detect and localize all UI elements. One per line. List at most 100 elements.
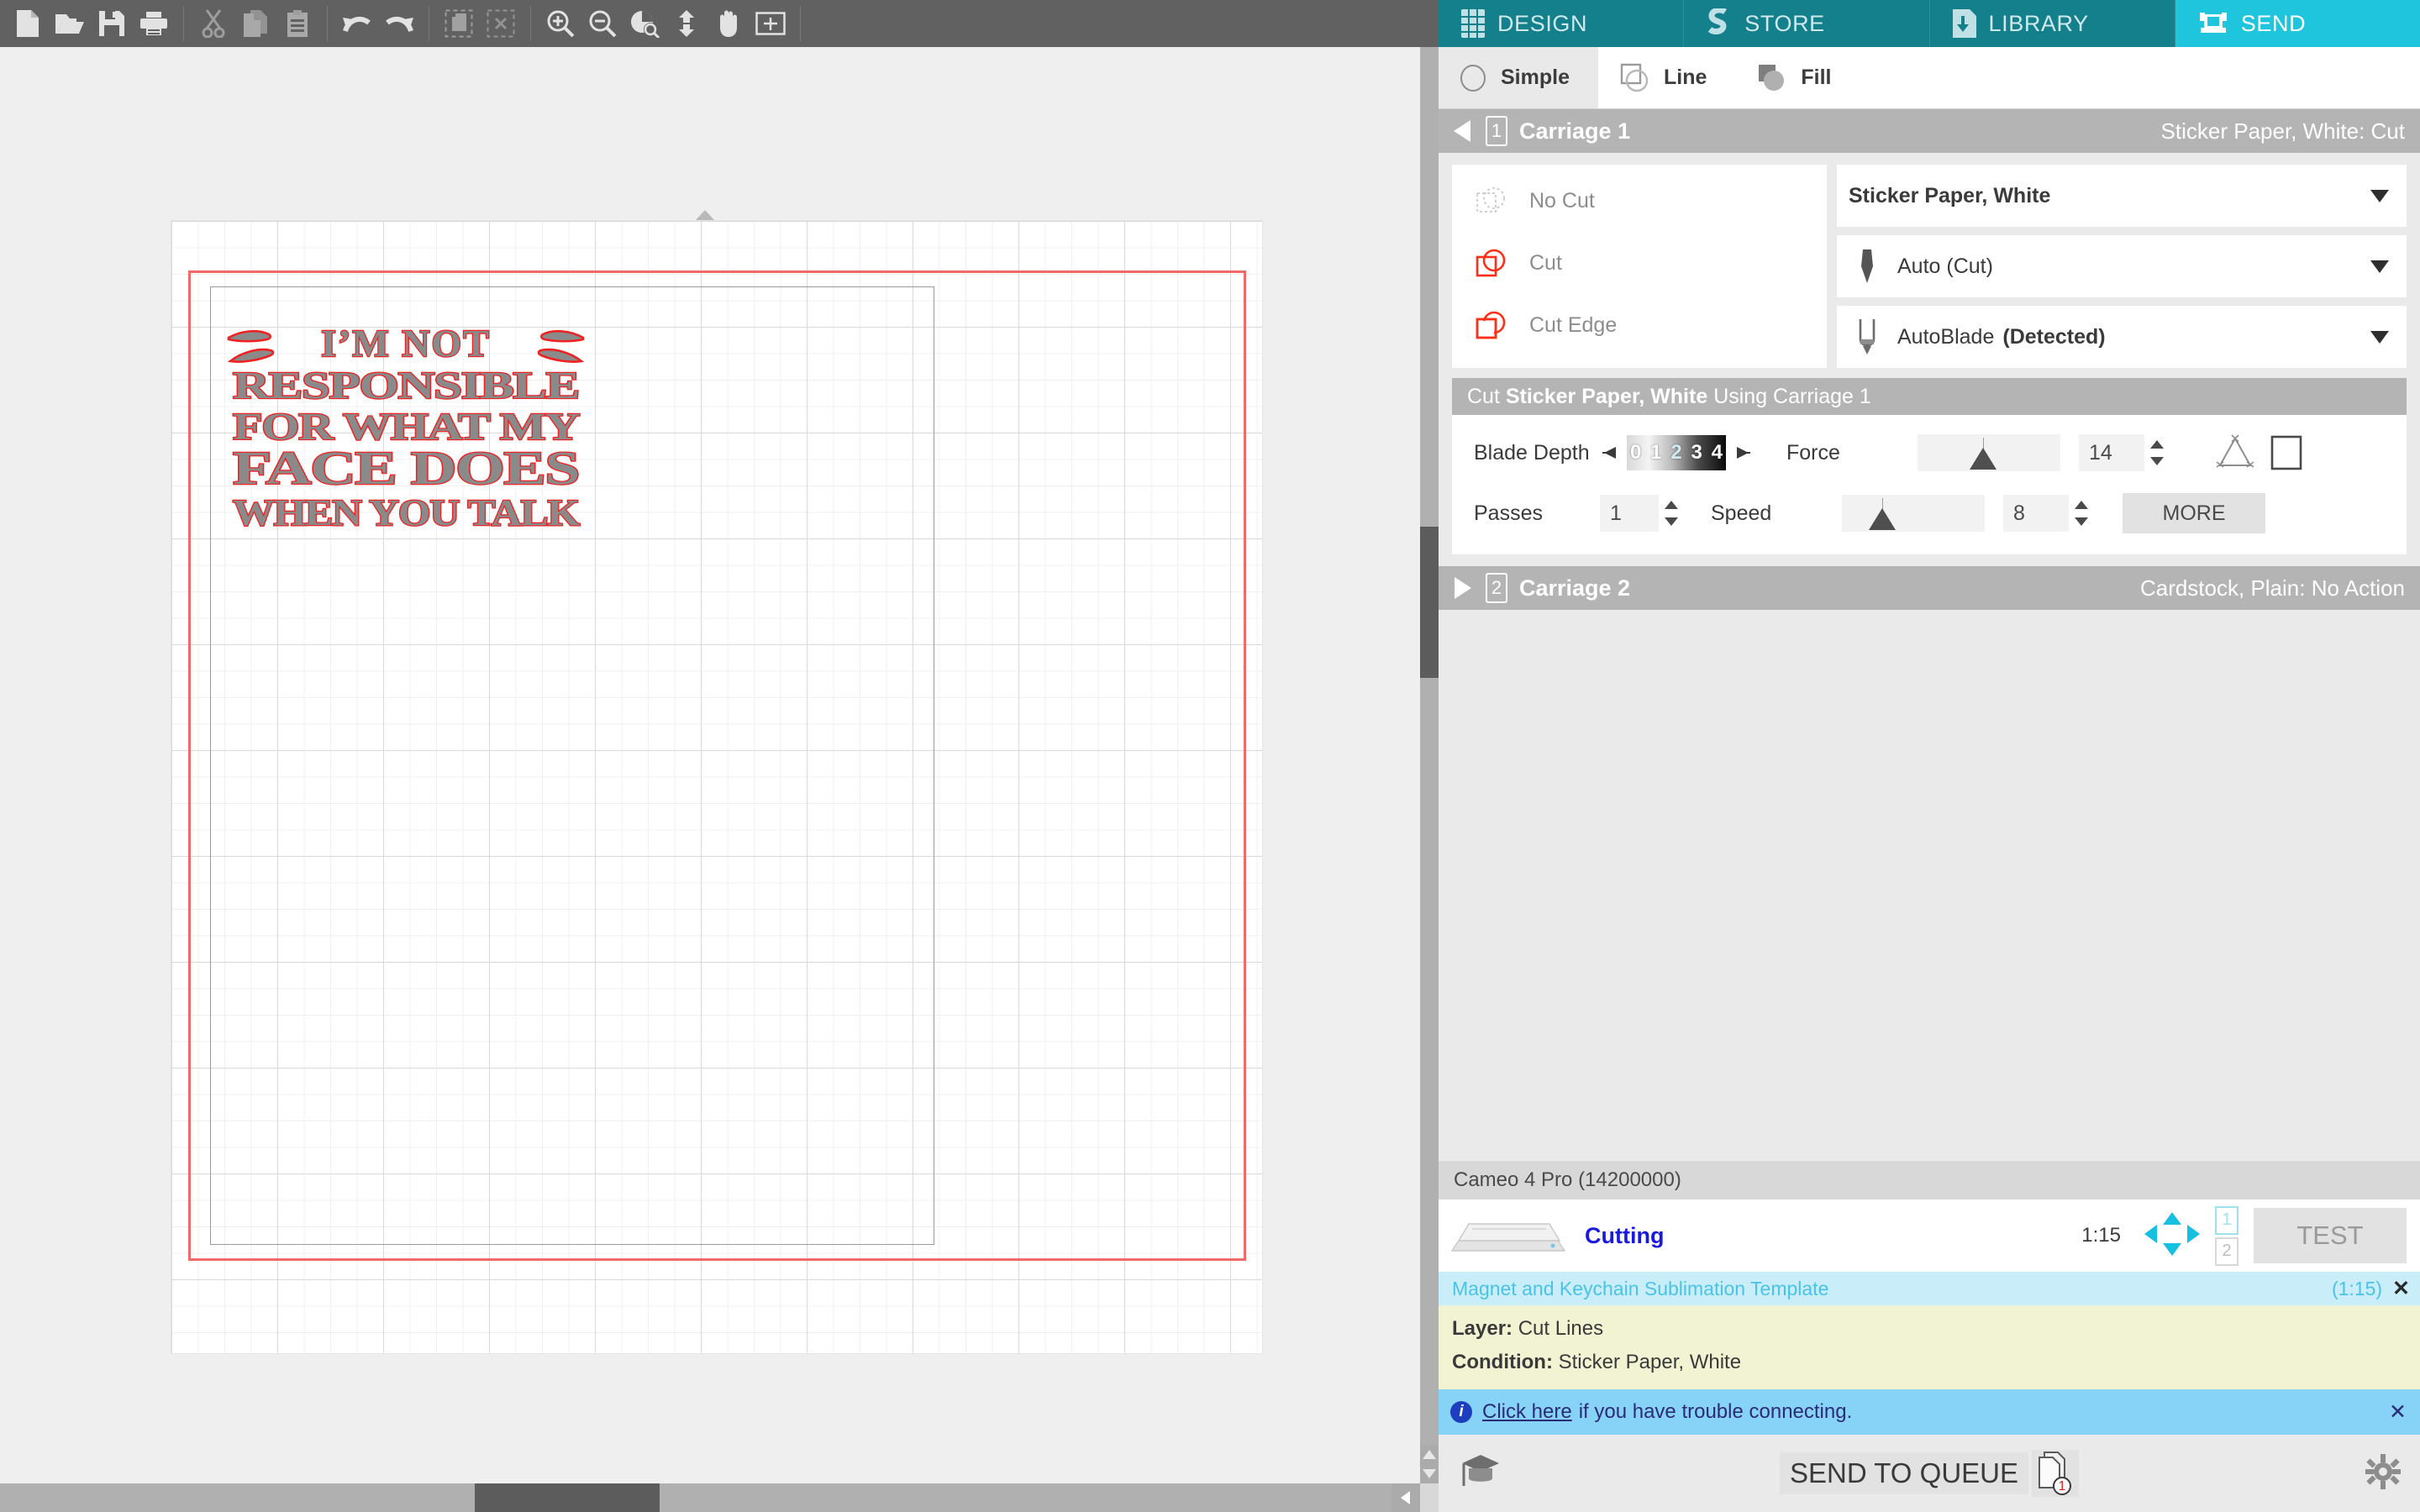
horizontal-scrollbar-track[interactable] (0, 1483, 1392, 1512)
tab-design[interactable]: DESIGN (1439, 0, 1685, 47)
carriage-2-header[interactable]: 2 Carriage 2 Cardstock, Plain: No Action (1439, 566, 2420, 610)
passes-row: Passes 1 Speed 8 MORE (1452, 487, 2407, 539)
test-cut-square-icon[interactable] (2269, 433, 2304, 472)
action-cut[interactable]: Cut (1452, 232, 1827, 294)
vertical-scrollbar-track[interactable] (1420, 47, 1439, 1445)
passes-value[interactable]: 1 (1600, 495, 1659, 532)
pan-icon[interactable] (708, 3, 750, 45)
connection-help-close-icon[interactable]: ✕ (2389, 1399, 2407, 1425)
chevron-down-icon[interactable] (2368, 258, 2391, 275)
copy-icon[interactable] (234, 3, 276, 45)
direction-pad-icon[interactable] (2143, 1210, 2202, 1257)
cut-using-banner: Cut Sticker Paper, White Using Carriage … (1452, 378, 2407, 415)
svg-text:FACE DOES: FACE DOES (233, 443, 579, 495)
carriage-1-summary: Sticker Paper, White: Cut (2160, 118, 2405, 144)
horizontal-scrollbar[interactable] (0, 1483, 1439, 1512)
select-all-icon[interactable] (438, 3, 480, 45)
blade-depth-decrease-icon[interactable] (1600, 444, 1618, 462)
zoom-out-icon[interactable] (581, 3, 623, 45)
design-canvas[interactable]: I’M NOT RESPONSIBLE FOR WHAT MY FACE DOE… (0, 47, 1420, 1483)
open-file-icon[interactable] (49, 3, 91, 45)
stepper-up-icon[interactable] (2072, 499, 2091, 511)
speed-slider[interactable] (1842, 495, 1985, 532)
carriage-pip-1[interactable]: 1 (2215, 1205, 2238, 1235)
autoblade-icon (1849, 318, 1886, 356)
carriage-pip-2[interactable]: 2 (2215, 1236, 2238, 1266)
force-value[interactable]: 14 (2079, 434, 2144, 471)
zoom-in-icon[interactable] (539, 3, 581, 45)
svg-text:RESPONSIBLE: RESPONSIBLE (233, 364, 579, 407)
send-to-queue-button[interactable]: SEND TO QUEUE 1 (1779, 1450, 2080, 1497)
more-button[interactable]: MORE (2123, 493, 2265, 533)
speed-value[interactable]: 8 (2003, 495, 2069, 532)
collapse-triangle-left-icon[interactable] (1450, 118, 1474, 144)
panel-spacer (1439, 554, 2420, 566)
job-close-icon[interactable]: ✕ (2392, 1276, 2410, 1301)
scrollbar-corner (1420, 1483, 1439, 1512)
stepper-down-icon[interactable] (2072, 516, 2091, 528)
material-dropdown[interactable]: Sticker Paper, White (1837, 165, 2407, 227)
job-layer-value: Cut Lines (1518, 1317, 1604, 1340)
force-slider-knob[interactable] (1970, 448, 1996, 470)
send-panel: DESIGN STORE LIBRARY SEND Simple Line Fi… (1439, 0, 2420, 1512)
action-cut-edge[interactable]: Cut Edge (1452, 294, 1827, 356)
print-icon[interactable] (133, 3, 175, 45)
deselect-all-icon[interactable] (480, 3, 522, 45)
tab-store[interactable]: STORE (1684, 0, 1930, 47)
stepper-up-icon[interactable] (2148, 438, 2166, 450)
tool-action-dropdown[interactable]: Auto (Cut) (1837, 235, 2407, 297)
blade-status: (Detected) (2002, 324, 2106, 349)
stepper-up-icon[interactable] (1662, 499, 1681, 511)
blade-depth-control[interactable]: 0 1 2 3 4 (1600, 435, 1753, 470)
horizontal-scrollbar-thumb[interactable] (475, 1483, 660, 1512)
tab-design-label: DESIGN (1497, 10, 1588, 36)
tab-send[interactable]: SEND (2175, 0, 2420, 47)
blade-depth-increase-icon[interactable] (1734, 444, 1753, 462)
graduation-cap-icon[interactable] (1457, 1448, 1504, 1499)
blade-dropdown[interactable]: AutoBlade (Detected) (1837, 306, 2407, 368)
blade-tick-0: 0 (1630, 441, 1642, 464)
connection-help-link[interactable]: Click here (1482, 1400, 1572, 1424)
tab-library[interactable]: LIBRARY (1930, 0, 2175, 47)
send-cutter-icon (2199, 13, 2227, 33)
vertical-scroll-buttons[interactable] (1420, 1445, 1439, 1483)
speed-slider-knob[interactable] (1869, 508, 1896, 530)
save-icon[interactable] (91, 3, 133, 45)
tab-line[interactable]: Line (1597, 47, 1736, 108)
passes-stepper[interactable] (1659, 494, 1684, 533)
force-stepper[interactable] (2144, 433, 2170, 472)
test-cut-triangle-icon[interactable] (2215, 433, 2255, 472)
tab-simple[interactable]: Simple (1439, 47, 1598, 108)
new-document-icon[interactable] (7, 3, 49, 45)
toolbar-group-view (533, 0, 798, 47)
vertical-scrollbar-thumb[interactable] (1420, 527, 1439, 678)
job-header[interactable]: Magnet and Keychain Sublimation Template… (1439, 1272, 2420, 1305)
show-grid-icon[interactable] (750, 3, 792, 45)
expand-triangle-right-icon[interactable] (1450, 575, 1474, 601)
design-artwork[interactable]: I’M NOT RESPONSIBLE FOR WHAT MY FACE DOE… (225, 318, 587, 561)
stepper-down-icon[interactable] (2148, 455, 2166, 467)
chevron-down-icon[interactable] (2368, 328, 2391, 345)
gear-icon[interactable] (2365, 1453, 2402, 1494)
fit-to-window-icon[interactable] (666, 3, 708, 45)
zoom-selection-icon[interactable] (623, 3, 666, 45)
blade-depth-strip[interactable]: 0 1 2 3 4 (1627, 435, 1726, 470)
stepper-down-icon[interactable] (1662, 516, 1681, 528)
redo-icon[interactable] (378, 3, 420, 45)
carriage-position-pad[interactable] (2143, 1210, 2202, 1262)
vertical-scrollbar[interactable] (1420, 47, 1439, 1483)
force-slider[interactable] (1918, 434, 2060, 471)
cut-icon[interactable] (192, 3, 234, 45)
speed-stepper[interactable] (2069, 494, 2094, 533)
test-cut-icons (2215, 433, 2304, 472)
silhouette-studio-window: I’M NOT RESPONSIBLE FOR WHAT MY FACE DOE… (0, 0, 2420, 1512)
chevron-down-icon[interactable] (2368, 187, 2391, 204)
carriage-selector[interactable]: 1 2 (2215, 1205, 2238, 1266)
connection-help-text: if you have trouble connecting. (1578, 1400, 1853, 1423)
action-no-cut[interactable]: No Cut (1452, 170, 1827, 232)
undo-icon[interactable] (336, 3, 378, 45)
paste-icon[interactable] (276, 3, 318, 45)
carriage-1-header[interactable]: 1 Carriage 1 Sticker Paper, White: Cut (1439, 109, 2420, 153)
tab-fill[interactable]: Fill (1735, 47, 1860, 108)
test-button[interactable]: TEST (2254, 1208, 2407, 1263)
